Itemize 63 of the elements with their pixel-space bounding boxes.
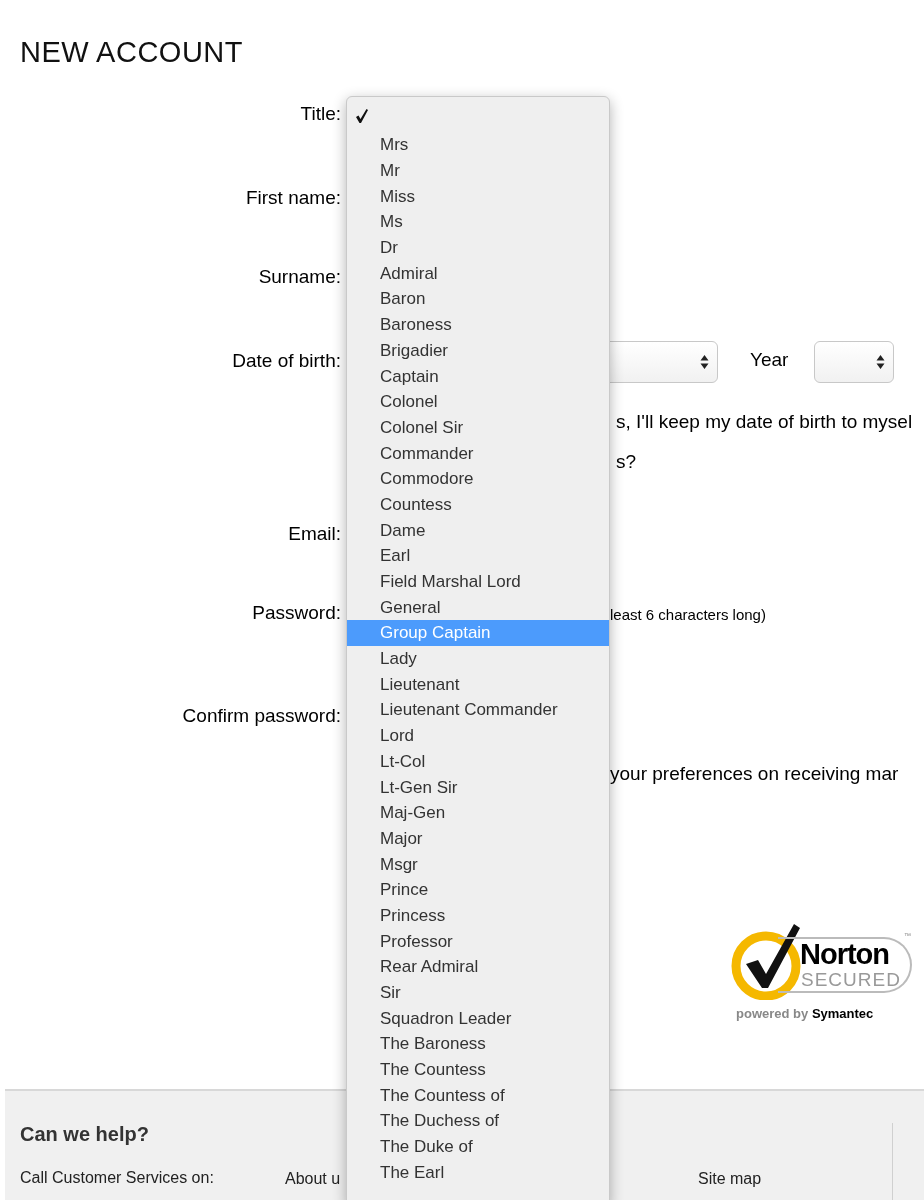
stepper-icon — [700, 354, 709, 370]
dropdown-option[interactable]: Lord — [347, 722, 609, 749]
customer-services-text: Call Customer Services on: — [20, 1170, 214, 1186]
dropdown-option[interactable]: Major — [347, 825, 609, 852]
footer-link[interactable]: Site map — [698, 1171, 762, 1187]
dropdown-option[interactable]: The Countess of — [347, 1082, 609, 1109]
dropdown-option[interactable]: Professor — [347, 928, 609, 954]
dropdown-option[interactable]: Prince — [347, 876, 609, 903]
dropdown-option[interactable]: The Baroness — [347, 1031, 609, 1057]
page-heading: NEW ACCOUNT — [20, 38, 243, 67]
dropdown-option[interactable]: Dr — [347, 234, 609, 261]
dropdown-option[interactable]: Field Marshal Lord — [347, 568, 609, 595]
dropdown-option[interactable]: Admiral — [347, 260, 609, 287]
secured-text: SECURED — [801, 970, 901, 989]
dropdown-option[interactable]: Lieutenant Commander — [347, 697, 609, 723]
dropdown-option[interactable]: Lieutenant — [347, 671, 609, 698]
dropdown-option[interactable]: Dame — [347, 517, 609, 543]
dropdown-option[interactable]: Mr — [347, 157, 609, 184]
marketing-preferences-text: your preferences on receiving mar — [610, 764, 899, 783]
dropdown-option[interactable]: Ms — [347, 209, 609, 235]
field-label: Email: — [287, 524, 341, 543]
dropdown-option[interactable]: Brigadier — [347, 337, 609, 364]
stepper-icon — [876, 354, 885, 370]
dropdown-option[interactable]: Princess — [347, 902, 609, 929]
dropdown-option[interactable]: Lt-Col — [347, 748, 609, 775]
dropdown-option[interactable]: Msgr — [347, 851, 609, 877]
dropdown-option[interactable]: Squadron Leader — [347, 1005, 609, 1032]
dropdown-option[interactable]: Countess — [347, 491, 609, 518]
dropdown-option[interactable]: The Duke of — [347, 1133, 609, 1160]
powered-by-text: powered by Symantec — [736, 1007, 874, 1020]
dropdown-option[interactable]: Colonel Sir — [347, 414, 609, 441]
footer-heading: Can we help? — [20, 1124, 149, 1144]
footer-link[interactable]: About u — [285, 1171, 341, 1187]
question-text: s? — [616, 452, 637, 471]
dropdown-option[interactable]: Earl — [347, 543, 609, 569]
dropdown-option[interactable]: Lt-Gen Sir — [347, 774, 609, 800]
privacy-option-text: s, I'll keep my date of birth to mysel — [616, 412, 913, 431]
brand-name: Norton — [800, 940, 890, 969]
dropdown-option[interactable]: Miss — [347, 183, 609, 210]
dropdown-option[interactable]: Sir — [347, 979, 609, 1006]
dropdown-option[interactable]: Commander — [347, 440, 609, 466]
field-label: Date of birth: — [231, 351, 341, 370]
dropdown-option[interactable]: The Countess — [347, 1056, 609, 1083]
field-label: Surname: — [257, 267, 341, 286]
field-label: Password: — [251, 603, 341, 622]
field-label: First name: — [244, 188, 341, 207]
dropdown-option[interactable]: General — [347, 594, 609, 621]
dropdown-option[interactable]: Maj-Gen — [347, 799, 609, 826]
dropdown-option[interactable]: Captain — [347, 363, 609, 389]
dropdown-option[interactable]: The Duchess of — [347, 1108, 609, 1134]
dropdown-option[interactable]: Lady — [347, 645, 609, 672]
dropdown-option[interactable]: The Earl — [347, 1159, 609, 1186]
dropdown-option[interactable]: Rear Admiral — [347, 954, 609, 980]
dropdown-option[interactable]: Mrs — [347, 132, 609, 158]
field-label: Confirm password: — [181, 706, 341, 725]
password-hint: least 6 characters long) — [610, 607, 766, 622]
select-field[interactable] — [814, 341, 894, 383]
dropdown-option[interactable]: Commodore — [347, 465, 609, 492]
year-label: Year — [750, 350, 789, 369]
dropdown-option[interactable]: Colonel — [347, 388, 609, 415]
dropdown-option[interactable]: Baron — [347, 286, 609, 312]
dropdown-option[interactable]: Baroness — [347, 311, 609, 338]
field-label: Title: — [299, 104, 341, 123]
